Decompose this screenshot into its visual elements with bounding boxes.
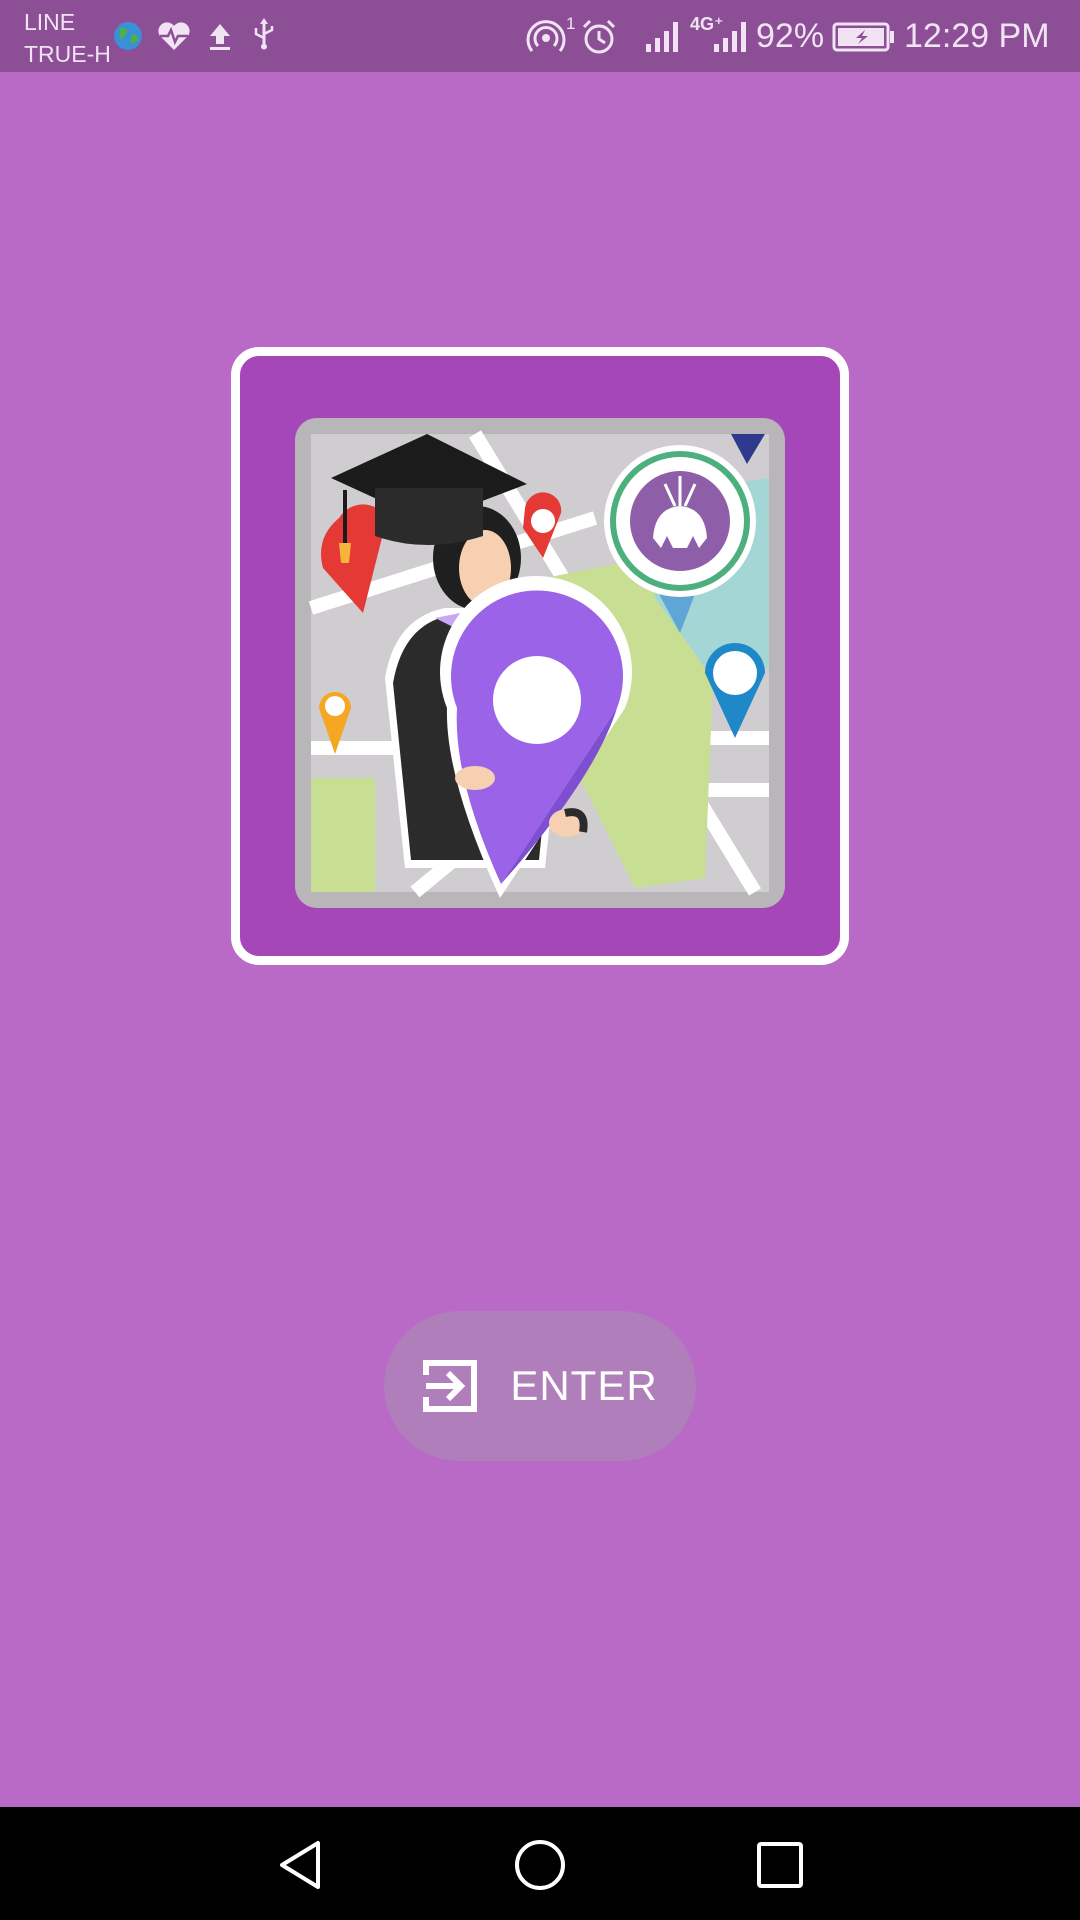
upload-icon [210,24,230,50]
heart-rate-icon [158,22,190,50]
enter-button-label: ENTER [510,1362,658,1409]
back-icon[interactable] [270,1835,330,1895]
clock: 12:29 PM [904,17,1050,55]
globe-icon [114,22,142,50]
enter-button[interactable]: ENTER [384,1311,696,1461]
battery-charging-icon [832,22,894,52]
navigation-bar [0,1807,1080,1920]
signal-icon [714,22,746,52]
recents-icon[interactable] [750,1835,810,1895]
hotspot-icon [526,20,566,52]
status-bar: LINE TRUE-H 1 4G⁺ 92% 12:29 PM [0,0,1080,72]
usb-icon [254,18,274,50]
home-icon[interactable] [510,1835,570,1895]
signal-icon [646,22,678,52]
login-icon [423,1360,478,1412]
carrier-line-1: LINE [24,9,76,35]
graduate-map-pin-icon [295,418,785,908]
carrier-label: LINE TRUE-H [24,6,111,70]
hotspot-count: 1 [566,14,576,33]
battery-percent: 92% [756,17,825,55]
alarm-icon [582,19,616,54]
carrier-line-2: TRUE-H [24,41,111,67]
